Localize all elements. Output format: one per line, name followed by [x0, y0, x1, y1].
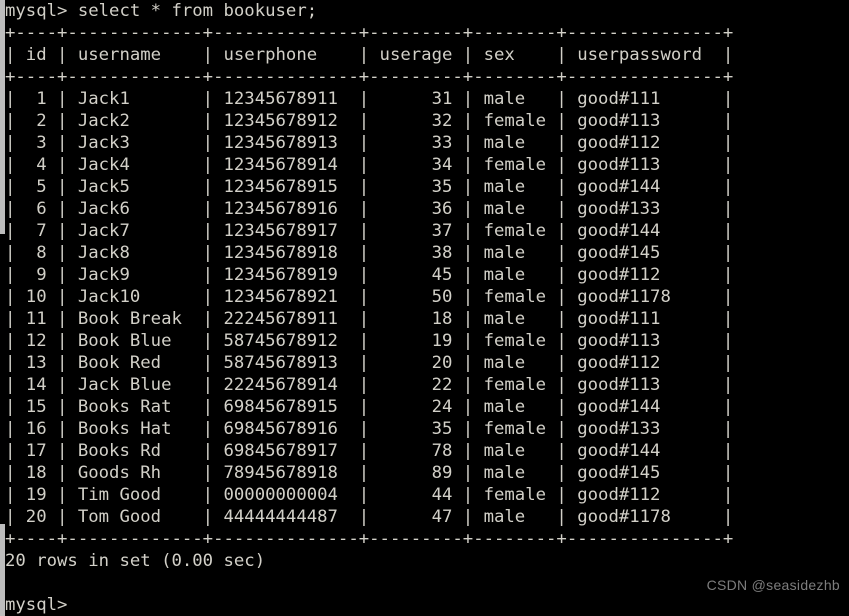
csdn-watermark: CSDN @seasidezhb	[706, 577, 840, 593]
terminal-window[interactable]: mysql> select * from bookuser; +----+---…	[0, 0, 849, 616]
scrollbar-thumb[interactable]	[0, 234, 5, 524]
terminal-output: mysql> select * from bookuser; +----+---…	[5, 1, 734, 615]
terminal-scrollbar[interactable]	[0, 0, 5, 616]
